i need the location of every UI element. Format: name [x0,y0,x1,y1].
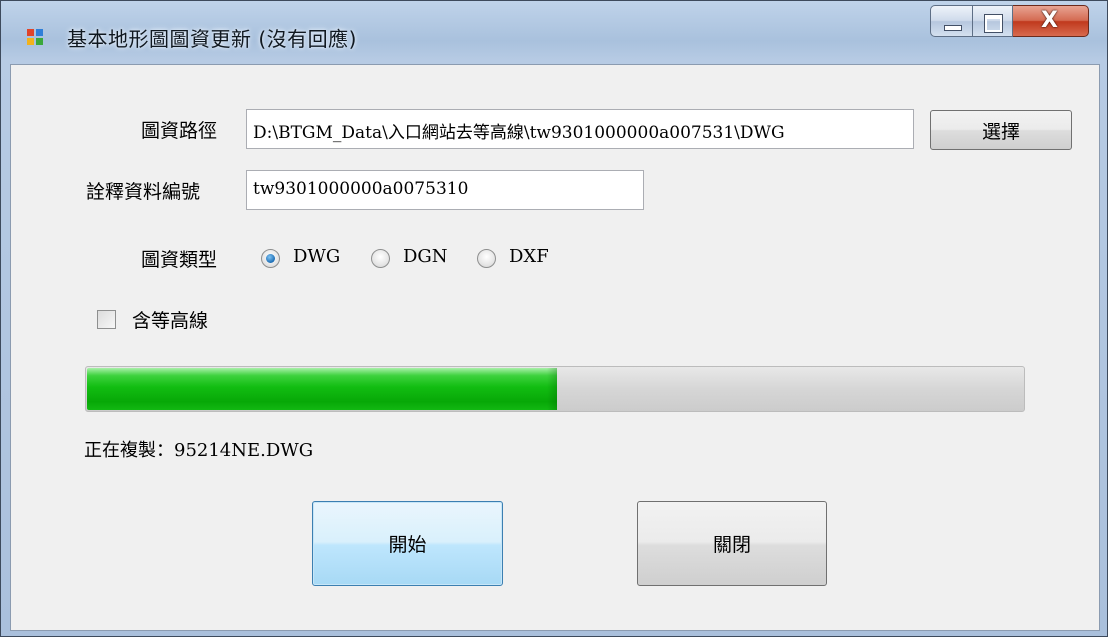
caption-buttons: X [930,5,1089,39]
close-window-button[interactable]: X [1013,5,1089,37]
radio-dgn[interactable] [371,249,390,268]
contour-label[interactable]: 含等高線 [132,306,208,333]
start-button[interactable]: 開始 [312,501,503,586]
radio-dxf-label[interactable]: DXF [509,246,549,267]
form-body: 圖資路徑 D:\BTGM_Data\入口網站去等高線\tw9301000000a… [10,64,1100,631]
maximize-icon [984,14,1003,33]
progress-fill [87,368,557,410]
path-label: 圖資路徑 [141,120,218,142]
type-label: 圖資類型 [141,249,218,271]
maximize-button[interactable] [973,5,1013,37]
app-icon [27,29,45,47]
status-prefix: 正在複製： [84,440,174,461]
radio-dxf[interactable] [477,249,496,268]
app-window: 基本地形圖圖資更新 (沒有回應) X 圖資路徑 D:\BTGM_Data\入口網… [0,0,1108,637]
status-file: 95214NE.DWG [174,440,314,461]
metadata-id-label: 詮釋資料編號 [86,181,201,203]
radio-dgn-label[interactable]: DGN [403,246,448,267]
title-bar[interactable]: 基本地形圖圖資更新 (沒有回應) X [1,1,1107,65]
close-icon: X [1041,8,1058,33]
close-button[interactable]: 關閉 [637,501,827,586]
radio-dwg-label[interactable]: DWG [293,246,340,267]
path-input[interactable]: D:\BTGM_Data\入口網站去等高線\tw9301000000a00753… [246,109,914,149]
minimize-button[interactable] [930,5,973,37]
minimize-icon [944,25,962,31]
progress-bar [85,366,1025,412]
window-title: 基本地形圖圖資更新 (沒有回應) [67,27,357,51]
metadata-id-input[interactable]: tw9301000000a0075310 [246,170,644,210]
contour-checkbox[interactable] [97,310,116,329]
select-button[interactable]: 選擇 [930,110,1072,150]
status-text: 正在複製：95214NE.DWG [84,436,313,462]
radio-dwg[interactable] [261,249,280,268]
